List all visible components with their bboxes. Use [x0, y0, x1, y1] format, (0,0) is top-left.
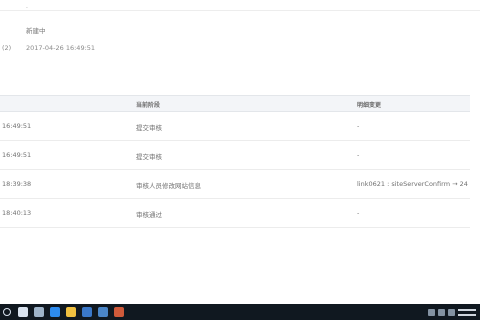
app-icon[interactable]	[114, 307, 124, 317]
table-row: 16:49:51 提交审核 -	[0, 141, 470, 170]
clock[interactable]	[458, 308, 476, 316]
cell-change: link0621 : siteServerConfirm → 24	[357, 180, 468, 188]
start-button[interactable]	[2, 307, 12, 317]
cell-change: -	[357, 151, 360, 159]
status-value: 新建中	[26, 27, 46, 35]
browser-icon[interactable]	[50, 307, 60, 317]
date-label: (2)	[2, 44, 12, 52]
cell-change: -	[357, 209, 360, 217]
created-time-value: 2017-04-26 16:49:51	[26, 44, 96, 52]
cell-stage: 审核人员修改网站信息	[136, 182, 201, 190]
cell-change: -	[357, 122, 360, 130]
system-tray	[428, 307, 476, 317]
cell-time: 18:40:13	[2, 209, 32, 217]
cell-stage: 提交审核	[136, 153, 162, 161]
header-stage: 当前阶段	[136, 102, 161, 109]
header-change: 明细变更	[357, 102, 382, 109]
volume-icon[interactable]	[448, 308, 455, 316]
history-table: 当前阶段 明细变更 16:49:51 提交审核 - 16:49:51 提交审核 …	[0, 95, 470, 228]
cell-time: 16:49:51	[2, 122, 32, 130]
folder-icon[interactable]	[66, 307, 76, 317]
cell-stage: 审核通过	[136, 211, 162, 219]
divider	[0, 10, 480, 11]
info-section: · 新建中 (2) 2017-04-26 16:49:51	[0, 0, 480, 70]
table-row: 16:49:51 提交审核 -	[0, 112, 470, 141]
table-header: 当前阶段 明细变更	[0, 95, 470, 112]
cell-time: 18:39:38	[2, 180, 32, 188]
table-row: 18:40:13 审核通过 -	[0, 199, 470, 228]
cell-stage: 提交审核	[136, 124, 162, 132]
task-view-icon[interactable]	[34, 307, 44, 317]
mail-icon[interactable]	[98, 307, 108, 317]
cell-time: 16:49:51	[2, 151, 32, 159]
search-icon[interactable]	[18, 307, 28, 317]
store-icon[interactable]	[82, 307, 92, 317]
windows-taskbar	[0, 304, 480, 320]
tray-icon[interactable]	[428, 308, 435, 316]
detail-page: · 新建中 (2) 2017-04-26 16:49:51 当前阶段 明细变更 …	[0, 0, 480, 304]
network-icon[interactable]	[438, 308, 445, 316]
start-icon	[3, 308, 11, 316]
table-row: 18:39:38 审核人员修改网站信息 link0621 : siteServe…	[0, 170, 470, 199]
